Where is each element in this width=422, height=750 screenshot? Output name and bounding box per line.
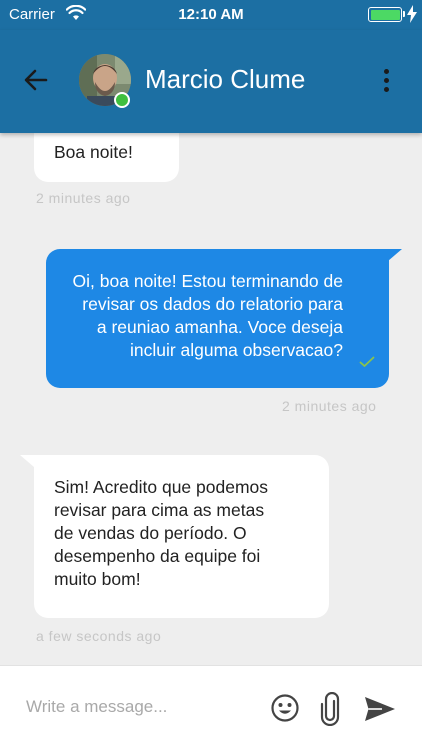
message-list[interactable]: Boa noite! 2 minutes ago Oi, boa noite! … — [0, 133, 422, 665]
paperclip-icon[interactable] — [318, 691, 342, 727]
contact-name[interactable]: Marcio Clume — [145, 64, 305, 95]
status-bar: Carrier 12:10 AM — [0, 0, 422, 30]
message-timestamp: a few seconds ago — [36, 628, 162, 644]
battery-icon — [368, 7, 402, 22]
message-text-line: Sim! Acredito que podemos — [54, 477, 269, 497]
back-arrow-icon[interactable] — [22, 66, 50, 94]
message-text-line: a reuniao amanha. Voce deseja — [96, 317, 343, 337]
message-text-line: revisar os dados do relatorio para — [82, 294, 343, 314]
clock: 12:10 AM — [178, 6, 244, 23]
send-icon[interactable] — [364, 696, 396, 722]
bubble-tail — [20, 455, 34, 467]
more-vertical-icon[interactable] — [376, 66, 396, 96]
bubble-tail — [388, 249, 402, 261]
message-input[interactable] — [26, 692, 246, 722]
message-text-line: desempenho da equipe foi — [54, 546, 261, 566]
charging-bolt-icon — [407, 5, 417, 27]
chat-header: Marcio Clume — [0, 30, 422, 133]
message-text-line: muito bom! — [54, 569, 141, 589]
online-status-dot — [114, 92, 130, 108]
emoji-icon[interactable] — [270, 693, 300, 723]
message-text-line: de vendas do período. O — [54, 523, 247, 543]
message-text-line: incluir alguma observacao? — [129, 340, 343, 360]
message-bubble-incoming[interactable]: Boa noite! — [34, 133, 179, 182]
message-timestamp: 2 minutes ago — [282, 398, 377, 414]
message-bubble-incoming[interactable]: Sim! Acredito que podemos revisar para c… — [34, 455, 329, 618]
message-text-line: Oi, boa noite! Estou terminando de — [72, 271, 343, 291]
check-icon — [359, 355, 375, 373]
message-timestamp: 2 minutes ago — [36, 190, 131, 206]
message-text-line: Boa noite! — [54, 142, 133, 162]
battery-cap — [403, 11, 405, 17]
message-bubble-outgoing[interactable]: Oi, boa noite! Estou terminando de revis… — [46, 249, 389, 388]
message-composer — [0, 665, 422, 750]
message-text-line: revisar para cima as metas — [54, 500, 265, 520]
